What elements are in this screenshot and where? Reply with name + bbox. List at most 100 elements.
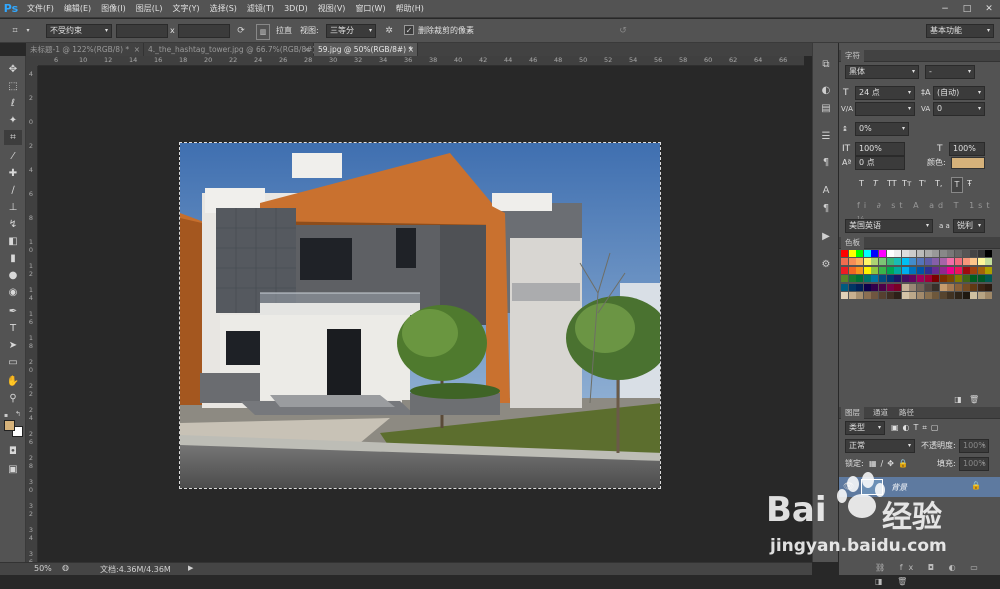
swatch[interactable] — [841, 258, 848, 266]
swatch[interactable] — [947, 250, 955, 257]
swatch[interactable] — [955, 283, 962, 291]
view-select[interactable]: 三等分 ▾ — [326, 24, 376, 38]
swatch[interactable] — [939, 258, 947, 266]
tab-swatches[interactable]: 色板 — [841, 237, 864, 249]
marquee-tool-icon[interactable]: ⬚ — [4, 79, 22, 94]
swatch[interactable] — [856, 292, 864, 299]
swatch[interactable] — [909, 283, 917, 291]
tab-close-icon[interactable]: × — [134, 43, 140, 56]
swatch[interactable] — [962, 275, 970, 283]
healing-brush-tool-icon[interactable]: ✚ — [4, 166, 22, 181]
swatch[interactable] — [924, 258, 932, 266]
fill-select[interactable]: 100% ▾ — [959, 457, 989, 471]
ratio-select[interactable]: 不受约束 ▾ — [46, 24, 112, 38]
menu-3d[interactable]: 3D(D) — [279, 0, 313, 18]
swatch[interactable] — [924, 266, 932, 274]
swatch[interactable] — [932, 258, 940, 266]
menu-view[interactable]: 视图(V) — [313, 0, 351, 18]
menu-file[interactable]: 文件(F) — [22, 0, 59, 18]
tab-untitled[interactable]: 未标题-1 @ 122%(RGB/8) * × — [26, 43, 144, 56]
swatch[interactable] — [848, 266, 856, 274]
swatch[interactable] — [909, 266, 917, 274]
tab-close-icon[interactable]: × — [408, 43, 414, 56]
character-styles-icon[interactable]: A — [817, 183, 835, 199]
swatch[interactable] — [879, 258, 886, 266]
swatch[interactable] — [871, 275, 879, 283]
swatch[interactable] — [955, 292, 962, 299]
swatch[interactable] — [879, 250, 886, 257]
properties-panel-icon[interactable]: ☰ — [817, 129, 835, 145]
swatch[interactable] — [917, 250, 924, 257]
swatch[interactable] — [856, 275, 864, 283]
swatch[interactable] — [901, 266, 909, 274]
swatch[interactable] — [970, 266, 978, 274]
swatch[interactable] — [939, 266, 947, 274]
superscript-button[interactable]: T' — [919, 177, 926, 191]
underline-button[interactable]: T — [951, 177, 963, 193]
eraser-tool-icon[interactable]: ◧ — [4, 234, 22, 249]
swatch[interactable] — [962, 283, 970, 291]
swatch[interactable] — [917, 283, 924, 291]
swap-colors-icon[interactable]: ↰ — [15, 410, 21, 418]
swatch[interactable] — [879, 283, 886, 291]
swatch[interactable] — [970, 258, 978, 266]
magic-wand-tool-icon[interactable]: ✦ — [4, 113, 22, 128]
hand-tool-icon[interactable]: ✋ — [4, 374, 22, 389]
swatch[interactable] — [841, 292, 848, 299]
swatch[interactable] — [985, 275, 993, 283]
swatch[interactable] — [871, 250, 879, 257]
font-family-select[interactable]: 黑体 ▾ — [845, 65, 919, 79]
swatch[interactable] — [894, 258, 902, 266]
swatch[interactable] — [947, 266, 955, 274]
menu-edit[interactable]: 编辑(E) — [59, 0, 96, 18]
timeline-icon[interactable]: ▶ — [817, 229, 835, 245]
zoom-level[interactable]: 50% — [34, 564, 52, 573]
tool-presets-icon[interactable]: ⚙ — [817, 257, 835, 273]
subscript-button[interactable]: T, — [935, 177, 942, 191]
move-tool-icon[interactable]: ✥ — [4, 62, 22, 77]
menu-layer[interactable]: 图层(L) — [131, 0, 168, 18]
actions-panel-icon[interactable]: ▤ — [817, 101, 835, 117]
swatch[interactable] — [894, 250, 902, 257]
menu-window[interactable]: 窗口(W) — [350, 0, 390, 18]
strikethrough-button[interactable]: Ŧ — [967, 177, 972, 191]
crop-tool-icon[interactable]: ⌗ — [4, 130, 22, 145]
swatch[interactable] — [924, 283, 932, 291]
swatch[interactable] — [962, 266, 970, 274]
menu-filter[interactable]: 滤镜(T) — [242, 0, 279, 18]
font-size-select[interactable]: 24 点 ▾ — [855, 86, 915, 100]
default-colors-icon[interactable]: ▪ — [4, 412, 8, 419]
crop-height-input[interactable] — [178, 24, 230, 38]
crop-tool-icon[interactable]: ⌗ — [8, 24, 22, 38]
swatch[interactable] — [962, 258, 970, 266]
swatch[interactable] — [841, 275, 848, 283]
crop-width-input[interactable] — [116, 24, 168, 38]
swatch[interactable] — [955, 266, 962, 274]
swatch[interactable] — [962, 292, 970, 299]
swatch[interactable] — [886, 275, 894, 283]
swatch[interactable] — [886, 266, 894, 274]
swatch[interactable] — [848, 275, 856, 283]
swatch[interactable] — [939, 283, 947, 291]
swatch[interactable] — [879, 292, 886, 299]
swatch[interactable] — [901, 275, 909, 283]
swatch[interactable] — [932, 275, 940, 283]
delete-cropped-checkbox[interactable]: ✓ — [404, 25, 414, 35]
straighten-label[interactable]: 拉直 — [276, 24, 292, 38]
text-color-swatch[interactable] — [951, 157, 985, 169]
kerning-select[interactable]: ▾ — [855, 102, 915, 116]
menu-select[interactable]: 选择(S) — [205, 0, 242, 18]
faux-bold-button[interactable]: T — [859, 177, 864, 191]
swatch[interactable] — [894, 275, 902, 283]
brush-tool-icon[interactable]: ∕ — [4, 183, 22, 198]
antialias-select[interactable]: 锐利 ▾ — [953, 219, 985, 233]
swatch[interactable] — [894, 283, 902, 291]
paragraph-styles-icon[interactable]: ¶ — [817, 201, 835, 217]
swatch[interactable] — [863, 283, 871, 291]
swatch[interactable] — [863, 275, 871, 283]
tsume-select[interactable]: 0% ▾ — [855, 122, 909, 136]
tab-close-icon[interactable]: × — [304, 43, 310, 56]
opacity-select[interactable]: 100% ▾ — [959, 439, 989, 453]
swatch[interactable] — [901, 250, 909, 257]
swatch[interactable] — [977, 283, 985, 291]
